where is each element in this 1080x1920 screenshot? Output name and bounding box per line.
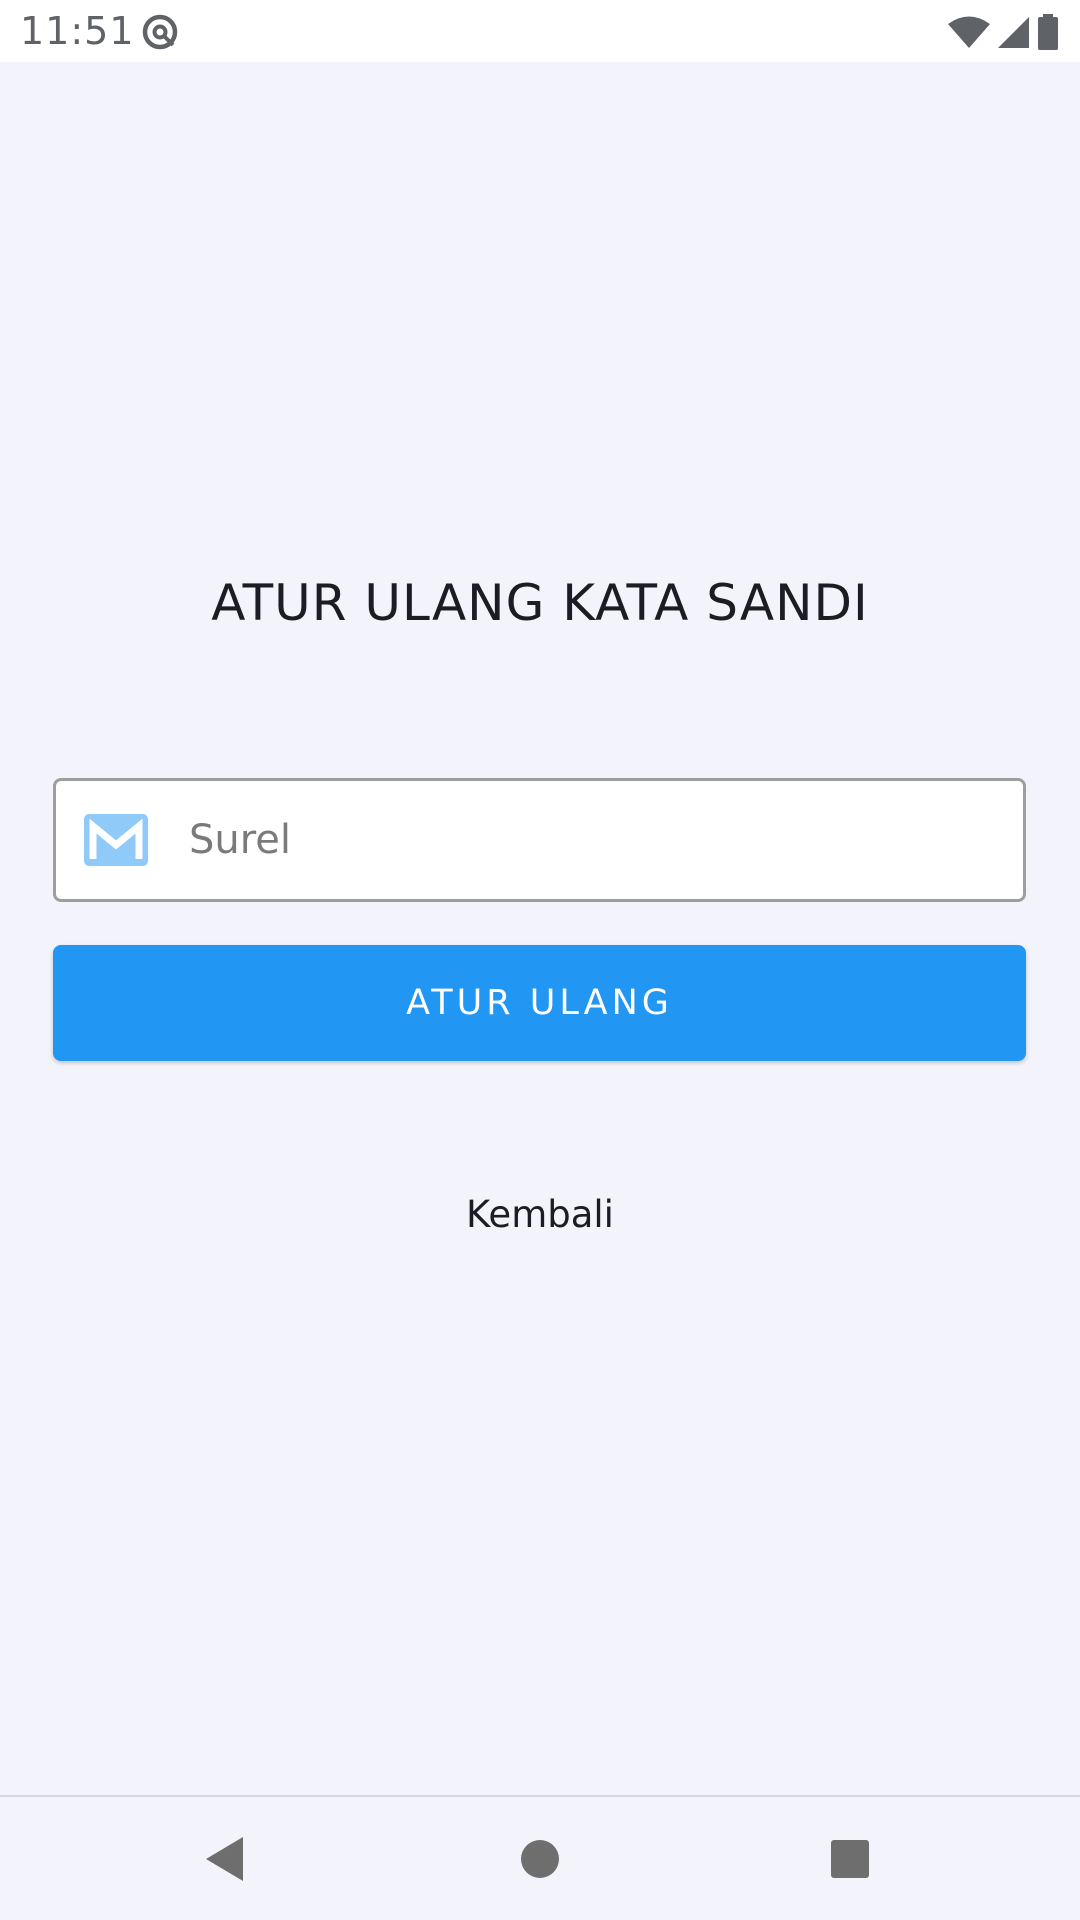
reset-password-screen: 11:51 ATUR ULANG KATA SANDI Surel ATUR U… xyxy=(0,0,1080,1920)
status-time: 11:51 xyxy=(20,9,135,53)
page-title: ATUR ULANG KATA SANDI xyxy=(211,574,869,632)
home-icon xyxy=(521,1840,559,1878)
reset-button[interactable]: ATUR ULANG xyxy=(53,945,1026,1061)
recents-icon xyxy=(831,1840,869,1878)
wifi-icon xyxy=(948,16,990,48)
status-bar: 11:51 xyxy=(0,0,1080,62)
battery-icon xyxy=(1038,14,1058,50)
nav-recents-button[interactable] xyxy=(815,1827,885,1891)
back-icon xyxy=(206,1837,243,1881)
nav-back-button[interactable] xyxy=(190,1827,260,1891)
cell-signal-icon xyxy=(998,17,1029,48)
nav-home-button[interactable] xyxy=(505,1827,575,1891)
email-field[interactable] xyxy=(53,778,1026,902)
status-icons xyxy=(948,12,1060,52)
back-link[interactable]: Kembali xyxy=(0,1190,1080,1240)
email-icon xyxy=(84,814,148,866)
email-input[interactable] xyxy=(189,781,989,899)
navigation-bar xyxy=(0,1795,1080,1920)
data-saver-icon xyxy=(142,14,178,50)
